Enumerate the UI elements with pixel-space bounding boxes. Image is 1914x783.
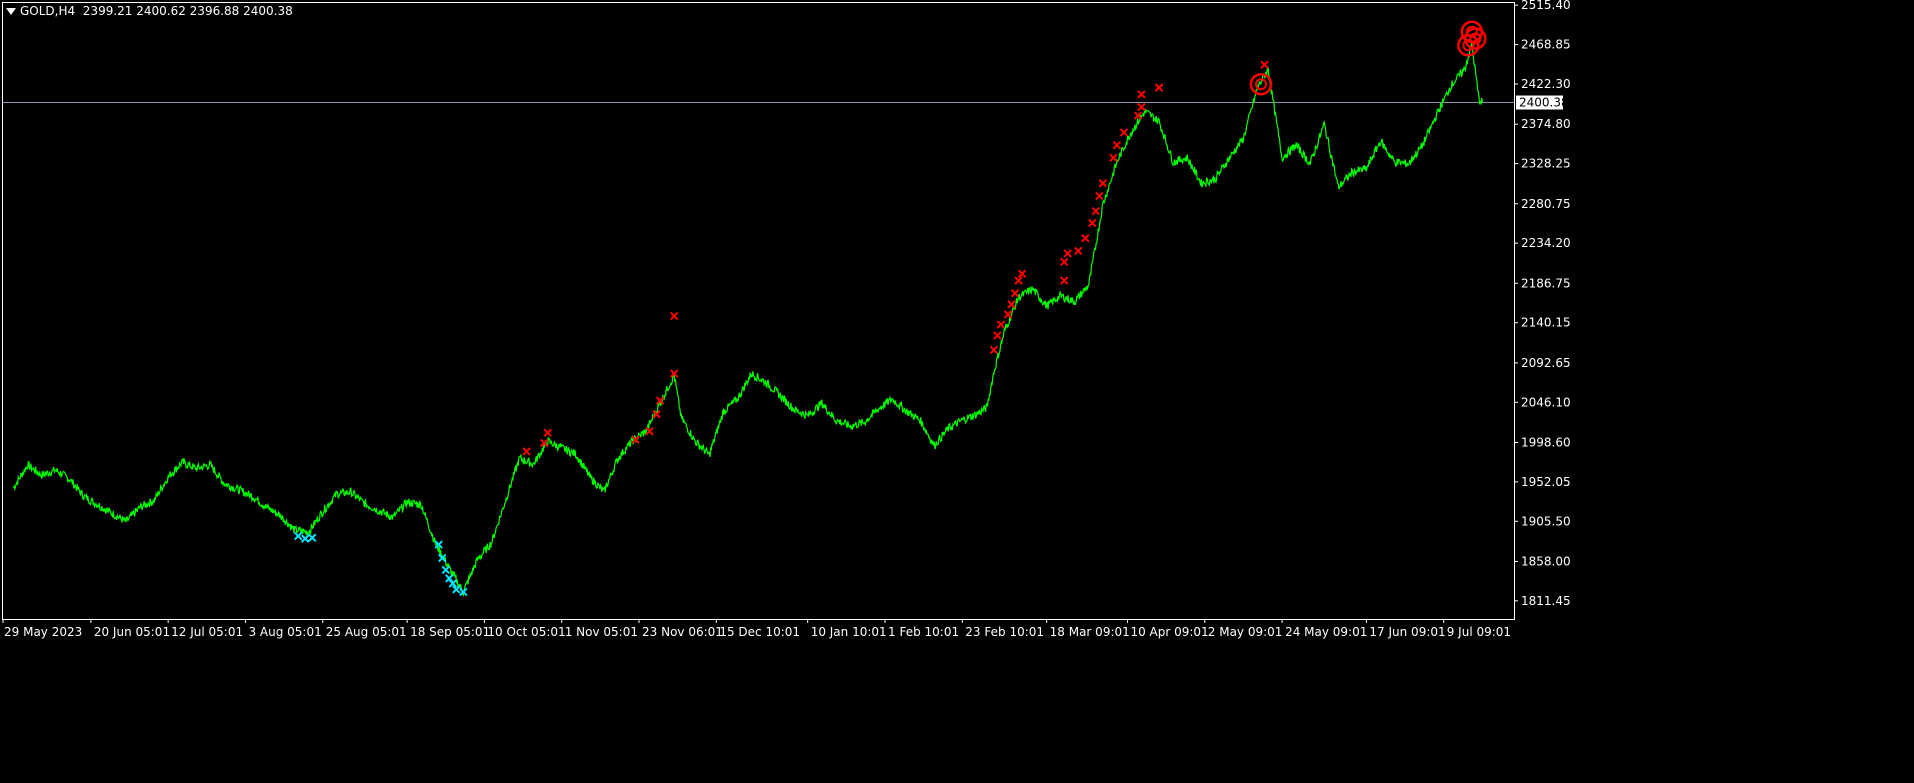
y-tick-label: 2234.20 xyxy=(1521,236,1571,250)
chart-window[interactable]: 2515.40 2468.85 2422.30 2374.80 2328.25 2280.… xyxy=(0,0,1914,783)
time-axis: 29 May 2023 20 Jun 05:01 12 Jul 05:01 3 Aug… xyxy=(2,619,1511,639)
x-tick-label: 24 May 09:01 xyxy=(1285,625,1367,639)
y-tick-label: 1858.00 xyxy=(1521,554,1571,568)
plot-frame xyxy=(2,2,1515,620)
current-price-box: 2400.38 xyxy=(1516,95,1569,110)
y-tick-label: 1998.60 xyxy=(1521,435,1571,449)
x-tick-label: 3 Aug 05:01 xyxy=(248,625,321,639)
y-tick-label: 2140.15 xyxy=(1521,316,1571,330)
y-tick-label: 2422.30 xyxy=(1521,77,1571,91)
y-tick-label: 2328.25 xyxy=(1521,157,1571,171)
x-tick-label: 20 Jun 05:01 xyxy=(94,625,170,639)
x-tick-label: 1 Nov 05:01 xyxy=(565,625,638,639)
x-tick-label: 25 Aug 05:01 xyxy=(326,625,407,639)
x-tick-label: 10 Apr 09:01 xyxy=(1130,625,1208,639)
y-tick-label: 2468.85 xyxy=(1521,38,1571,52)
x-tick-label: 10 Jan 10:01 xyxy=(811,625,887,639)
y-tick-label: 1952.05 xyxy=(1521,475,1571,489)
x-tick-label: 15 Dec 10:01 xyxy=(719,625,800,639)
y-tick-label: 1905.50 xyxy=(1521,514,1571,528)
x-tick-label: 23 Feb 10:01 xyxy=(965,625,1044,639)
price-axis: 2515.40 2468.85 2422.30 2374.80 2328.25 2280.… xyxy=(1514,0,1571,608)
x-tick-label: 18 Sep 05:01 xyxy=(410,625,490,639)
y-tick-label: 2374.80 xyxy=(1521,117,1571,131)
x-tick-label: 10 Oct 05:01 xyxy=(487,625,565,639)
current-price-label: 2400.38 xyxy=(1519,96,1569,110)
x-tick-label: 29 May 2023 xyxy=(4,625,82,639)
y-tick-label: 2280.75 xyxy=(1521,197,1571,211)
y-tick-label: 2515.40 xyxy=(1521,0,1571,12)
symbol-label: GOLD,H4 xyxy=(20,4,76,18)
chart-header: GOLD,H4 2399.21 2400.62 2396.88 2400.38 xyxy=(20,4,293,18)
x-tick-label: 17 Jun 09:01 xyxy=(1369,625,1445,639)
x-tick-label: 2 May 09:01 xyxy=(1208,625,1283,639)
ohlc-values: 2399.21 2400.62 2396.88 2400.38 xyxy=(82,4,293,18)
price-chart[interactable]: 2515.40 2468.85 2422.30 2374.80 2328.25 2280.… xyxy=(0,0,1914,783)
x-tick-label: 1 Feb 10:01 xyxy=(888,625,959,639)
x-tick-label: 9 Jul 09:01 xyxy=(1447,625,1511,639)
x-tick-label: 12 Jul 05:01 xyxy=(171,625,243,639)
y-tick-label: 2092.65 xyxy=(1521,356,1571,370)
y-tick-label: 2046.10 xyxy=(1521,395,1571,409)
chart-menu-arrow-icon[interactable] xyxy=(6,8,16,15)
x-tick-label: 18 Mar 09:01 xyxy=(1050,625,1130,639)
x-tick-label: 23 Nov 06:01 xyxy=(642,625,723,639)
y-tick-label: 1811.45 xyxy=(1521,594,1571,608)
y-tick-label: 2186.75 xyxy=(1521,276,1571,290)
